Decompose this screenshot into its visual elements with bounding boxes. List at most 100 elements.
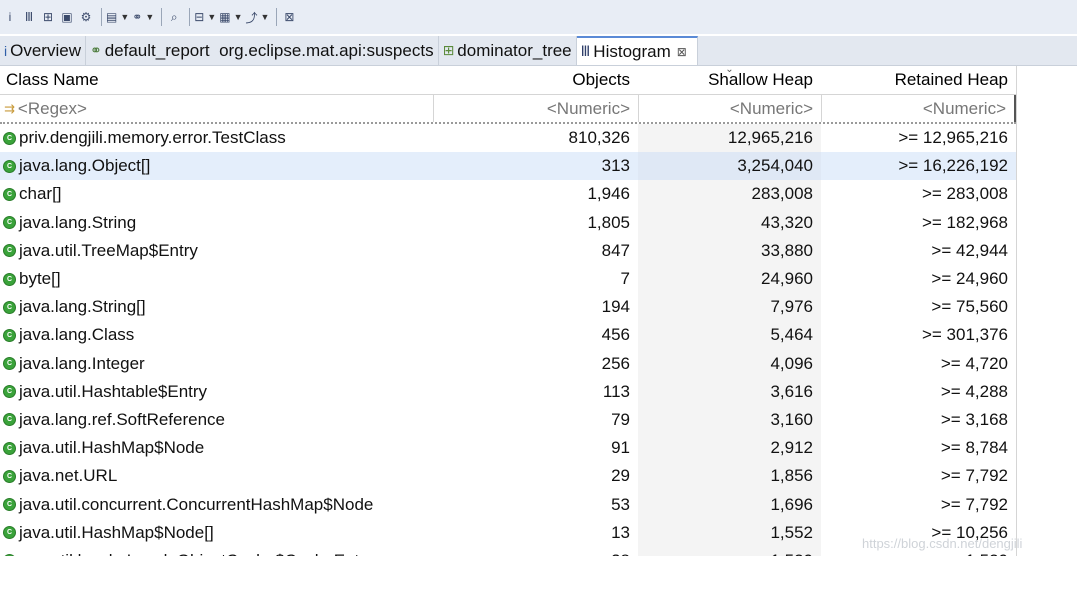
run-report-button[interactable]: ▤ ▼ [106, 6, 129, 28]
export-button[interactable]: ⤴ ▼ [246, 6, 270, 28]
shallow-heap-cell: 4,096 [638, 349, 821, 378]
blank-area [0, 556, 1077, 598]
retained-heap-cell: >= 301,376 [921, 325, 1008, 345]
thread-overview-button[interactable]: ⚙ [78, 6, 94, 28]
column-header-retained-heap[interactable]: Retained Heap [821, 70, 1016, 90]
dropdown-arrow-icon[interactable]: ▼ [145, 12, 154, 22]
shallow-heap-filter-input[interactable]: <Numeric> [638, 95, 821, 122]
histogram-button[interactable]: Ⅲ [21, 6, 37, 28]
objects-cell: 256 [601, 353, 630, 373]
tab-label: default_report org.eclipse.mat.api:suspe… [104, 40, 434, 60]
class-name-cell: Cjava.lang.String[] [0, 293, 433, 321]
tab-histogram[interactable]: Ⅲ Histogram ⊠ [576, 36, 698, 65]
table-row[interactable]: Cjava.lang.ref.SoftReference 79 3,160 >= 3,… [0, 405, 1016, 435]
class-name-cell: Cjava.lang.Object[] [0, 152, 433, 180]
table-row[interactable]: Cjava.lang.String 1,805 43,320 >= 182,968 [0, 208, 1016, 237]
thread-overview-icon: ⚙ [80, 10, 92, 24]
calculate-retained-button[interactable]: ▦ ▼ [219, 6, 242, 28]
class-name-text: java.lang.ref.SoftReference [19, 409, 226, 429]
class-name-cell: Cjava.net.URL [0, 462, 433, 490]
table-row[interactable]: Cjava.lang.Integer 256 4,096 >= 4,720 [0, 349, 1016, 378]
class-name-cell: Cjava.lang.String [0, 209, 433, 237]
table-row[interactable]: Cjava.net.URL 29 1,856 >= 7,792 [0, 462, 1016, 491]
retained-heap-cell: >= 182,968 [921, 212, 1008, 232]
tab-overview[interactable]: i Overview [0, 36, 86, 65]
class-name-text: priv.dengjili.memory.error.TestClass [19, 128, 286, 148]
retained-heap-cell: >= 283,008 [921, 184, 1008, 204]
class-icon: C [4, 442, 15, 454]
class-name-text: java.lang.Class [19, 325, 135, 345]
query-browser-icon: ⚭ [132, 10, 143, 24]
objects-cell: 1,805 [587, 212, 630, 232]
objects-filter-input[interactable]: <Numeric> [433, 95, 638, 122]
table-row[interactable]: Cpriv.dengjili.memory.error.TestClass 810… [0, 124, 1016, 153]
column-header-shallow-heap-label: Shallow Heap [708, 70, 813, 89]
table-row[interactable]: Cjava.lang.Object[] 313 3,254,040 >= 16,226… [0, 152, 1016, 181]
class-name-cell: Cjava.util.HashMap$Node [0, 434, 433, 462]
class-icon: C [4, 470, 15, 482]
shallow-heap-cell: 3,616 [638, 377, 821, 406]
class-name-text: java.util.concurrent.ConcurrentHashMap$N… [19, 494, 374, 514]
find-object-button[interactable]: ⌕ [166, 6, 182, 28]
objects-cell: 313 [601, 156, 630, 176]
oql-button[interactable]: ▣ [59, 6, 75, 28]
dropdown-arrow-icon[interactable]: ▼ [234, 12, 243, 22]
close-tab-icon[interactable]: ⊠ [677, 45, 687, 59]
group-by-button[interactable]: ⊟ ▼ [194, 6, 216, 28]
info-button[interactable]: i [2, 6, 18, 28]
toolbar-separator [276, 8, 278, 26]
table-row[interactable]: Cbyte[] 7 24,960 >= 24,960 [0, 264, 1016, 294]
table-row[interactable]: Cjava.lang.Class 456 5,464 >= 301,376 [0, 321, 1016, 350]
tree-icon: ⊞ [442, 42, 455, 58]
shallow-heap-cell: 5,464 [638, 321, 821, 350]
objects-cell: 79 [611, 409, 630, 429]
class-name-cell: Cpriv.dengjili.memory.error.TestClass [0, 124, 433, 152]
query-browser-button[interactable]: ⚭ ▼ [132, 6, 154, 28]
tab-label: dominator_tree [457, 40, 572, 60]
group-by-icon: ⊟ [194, 10, 205, 24]
toolbar-separator [101, 8, 102, 26]
class-icon: C [4, 188, 15, 200]
class-name-cell: Cchar[] [0, 180, 433, 208]
dropdown-arrow-icon[interactable]: ▼ [120, 12, 129, 22]
watermark: https://blog.csdn.net/dengjili [862, 536, 1023, 551]
tab-default-report[interactable]: ⚭ default_report org.eclipse.mat.api:susp… [86, 36, 439, 65]
find-object-icon: ⌕ [170, 9, 178, 24]
table-row[interactable]: Cjava.util.concurrent.ConcurrentHashMap$… [0, 490, 1016, 519]
objects-cell: 91 [611, 438, 630, 458]
dominator-tree-button[interactable]: ⊞ [40, 6, 56, 28]
class-icon: C [4, 160, 15, 172]
sort-descending-icon: ⌄ [725, 64, 734, 75]
class-name-filter-input[interactable]: ⇉ <Regex> [0, 95, 433, 122]
retained-heap-cell: >= 24,960 [931, 269, 1008, 289]
tab-dominator-tree[interactable]: ⊞ dominator_tree [439, 36, 577, 65]
objects-cell: 810,326 [568, 128, 630, 148]
retained-heap-cell: >= 7,792 [940, 466, 1008, 486]
table-row[interactable]: Cjava.lang.String[] 194 7,976 >= 75,560 [0, 293, 1016, 322]
objects-cell: 113 [602, 381, 630, 401]
objects-cell: 53 [611, 494, 630, 514]
table-row[interactable]: Cjava.util.HashMap$Node 91 2,912 >= 8,784 [0, 434, 1016, 463]
class-icon: C [4, 499, 15, 511]
column-header-class-name[interactable]: Class Name [0, 70, 433, 90]
shallow-heap-cell: 1,696 [638, 490, 821, 519]
retained-heap-filter-input[interactable]: <Numeric> [821, 95, 1016, 122]
column-header-objects[interactable]: Objects [433, 70, 638, 90]
retained-heap-cell: >= 4,720 [940, 353, 1008, 373]
class-icon: C [4, 132, 15, 144]
compare-button[interactable]: ⊠ [281, 6, 297, 28]
class-name-cell: Cjava.util.concurrent.ConcurrentHashMap$… [0, 490, 433, 518]
table-row[interactable]: Cjava.util.TreeMap$Entry 847 33,880 >= 42,9… [0, 236, 1016, 265]
table-row[interactable]: Cchar[] 1,946 283,008 >= 283,008 [0, 180, 1016, 209]
dropdown-arrow-icon[interactable]: ▼ [207, 12, 216, 22]
histogram-table: Class Name Objects ⌄ Shallow Heap Retain… [0, 64, 1017, 575]
retained-heap-cell: >= 75,560 [931, 297, 1008, 317]
dropdown-arrow-icon[interactable]: ▼ [261, 12, 270, 22]
histogram-icon: Ⅲ [580, 43, 591, 59]
column-header-shallow-heap[interactable]: ⌄ Shallow Heap [638, 64, 821, 90]
class-name-cell: Cjava.lang.ref.SoftReference [0, 406, 433, 434]
table-row[interactable]: Cjava.util.Hashtable$Entry 113 3,616 >= 4,2… [0, 377, 1016, 406]
objects-cell: 13 [611, 522, 630, 542]
objects-cell: 7 [620, 269, 630, 289]
retained-heap-cell: >= 4,288 [940, 381, 1008, 401]
